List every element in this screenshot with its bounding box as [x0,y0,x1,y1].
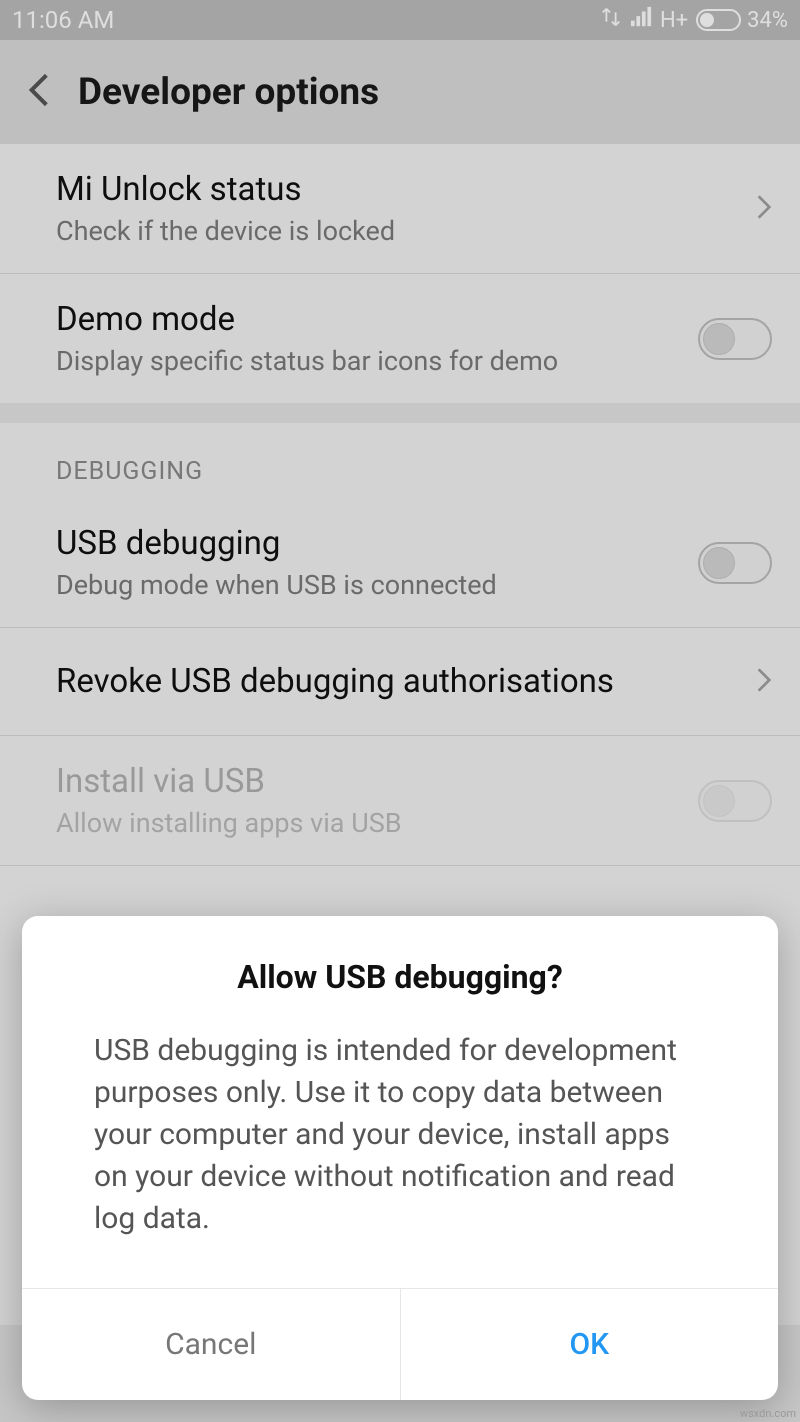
dialog-title: Allow USB debugging? [22,916,778,1024]
dialog-body: USB debugging is intended for developmen… [22,1024,778,1288]
ok-button[interactable]: OK [401,1289,779,1400]
dialog-allow-usb-debugging: Allow USB debugging? USB debugging is in… [22,916,778,1400]
cancel-button[interactable]: Cancel [22,1289,401,1400]
dialog-actions: Cancel OK [22,1288,778,1400]
watermark: wsxdn.com [740,1407,796,1420]
